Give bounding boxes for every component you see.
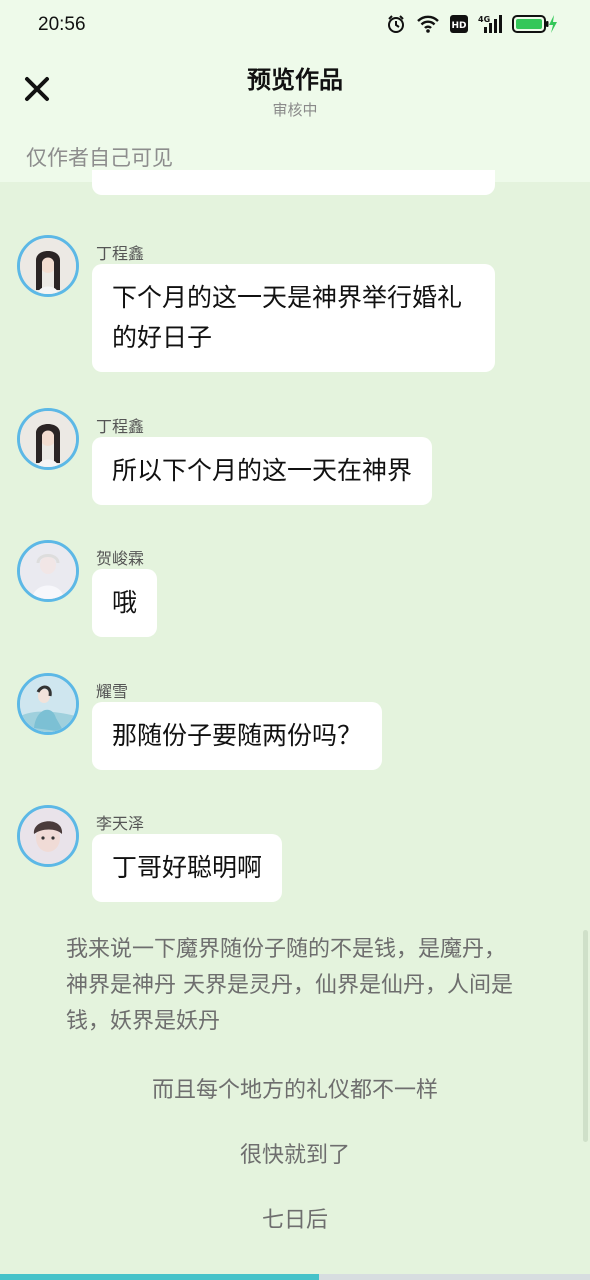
wifi-icon	[416, 14, 440, 38]
sender-name: 李天泽	[96, 814, 145, 833]
status-icons: HD 4G	[386, 14, 558, 38]
narration-text: 七日后	[261, 1208, 328, 1233]
header: 预览作品 审核中 仅作者自己可见	[0, 52, 590, 182]
avatar[interactable]	[17, 408, 79, 470]
avatar[interactable]	[17, 235, 79, 297]
sender-name: 丁程鑫	[96, 244, 145, 263]
sender-name: 丁程鑫	[96, 417, 145, 436]
hd-icon: HD	[450, 15, 468, 37]
avatar[interactable]	[17, 540, 79, 602]
battery-charging-icon	[512, 14, 558, 38]
narration-text: 我来说一下魔界随份子随的不是钱，是魔丹，神界是神丹 天界是灵丹，仙界是仙丹，人间…	[66, 937, 513, 1034]
narration-text: 很快就到了	[239, 1143, 350, 1168]
status-time: 20:56	[38, 14, 86, 35]
sender-name: 贺峻霖	[96, 549, 145, 568]
review-status: 审核中	[272, 101, 318, 119]
reading-progress-fill	[0, 1274, 319, 1280]
visibility-note: 仅作者自己可见	[26, 146, 173, 170]
sender-name: 耀雪	[96, 682, 129, 701]
scrollbar[interactable]	[583, 930, 588, 1142]
hd-label: HD	[451, 21, 466, 31]
message-bubble[interactable]: 哦	[92, 569, 158, 637]
alarm-icon	[386, 14, 406, 38]
status-bar: 20:56 HD 4G	[0, 0, 590, 52]
avatar[interactable]	[17, 805, 79, 867]
reading-progress-bar	[0, 1274, 590, 1280]
message-bubble[interactable]: 下个月的这一天是神界举行婚礼的好日子	[92, 264, 495, 372]
page-title: 预览作品	[247, 66, 343, 94]
message-bubble-partial	[92, 170, 495, 195]
avatar[interactable]	[17, 673, 79, 735]
narration-text: 而且每个地方的礼仪都不一样	[151, 1078, 438, 1103]
message-bubble[interactable]: 所以下个月的这一天在神界	[92, 437, 433, 505]
message-bubble[interactable]: 那随份子要随两份吗？	[92, 702, 383, 770]
message-bubble[interactable]: 丁哥好聪明啊	[92, 834, 283, 902]
network-label: 4G	[478, 15, 490, 24]
4g-signal-icon: 4G	[478, 14, 502, 38]
